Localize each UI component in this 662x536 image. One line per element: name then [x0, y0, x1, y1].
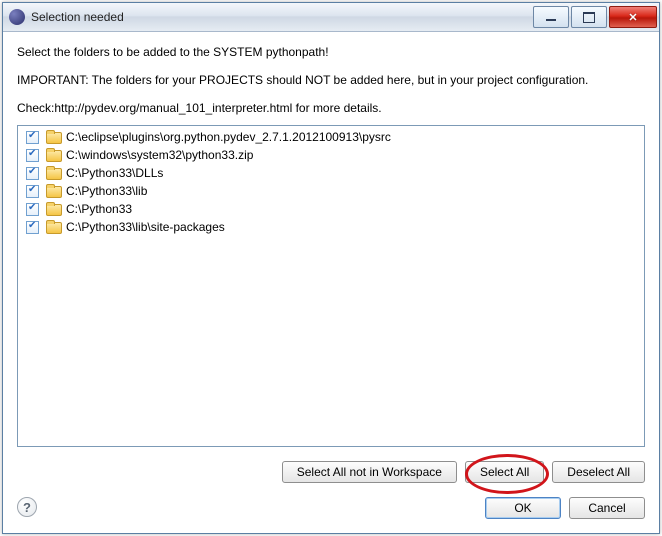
instruction-text-1: Select the folders to be added to the SY… — [17, 43, 645, 61]
folder-path-label: C:\eclipse\plugins\org.python.pydev_2.7.… — [66, 130, 391, 144]
folder-path-label: C:\Python33\lib\site-packages — [66, 220, 225, 234]
folder-checkbox[interactable] — [26, 149, 39, 162]
deselect-all-button[interactable]: Deselect All — [552, 461, 645, 483]
folder-icon — [46, 202, 62, 216]
cancel-button[interactable]: Cancel — [569, 497, 645, 519]
list-item[interactable]: C:\eclipse\plugins\org.python.pydev_2.7.… — [18, 128, 644, 146]
list-item[interactable]: C:\Python33\lib\site-packages — [18, 218, 644, 236]
instruction-text-3: Check:http://pydev.org/manual_101_interp… — [17, 99, 645, 117]
folder-checkbox[interactable] — [26, 203, 39, 216]
instruction-text-2: IMPORTANT: The folders for your PROJECTS… — [17, 71, 645, 89]
folder-icon — [46, 166, 62, 180]
folder-checkbox[interactable] — [26, 167, 39, 180]
folder-icon — [46, 220, 62, 234]
help-icon[interactable]: ? — [17, 497, 37, 517]
dialog-content: Select the folders to be added to the SY… — [3, 31, 659, 533]
folder-icon — [46, 184, 62, 198]
folder-list[interactable]: C:\eclipse\plugins\org.python.pydev_2.7.… — [17, 125, 645, 447]
folder-icon — [46, 130, 62, 144]
list-item[interactable]: C:\Python33 — [18, 200, 644, 218]
maximize-button[interactable] — [571, 6, 607, 28]
dialog-button-row: OK Cancel — [17, 497, 645, 519]
folder-checkbox[interactable] — [26, 185, 39, 198]
folder-checkbox[interactable] — [26, 131, 39, 144]
titlebar[interactable]: Selection needed — [3, 3, 659, 32]
folder-path-label: C:\Python33\lib — [66, 184, 147, 198]
dialog-window: Selection needed Select the folders to b… — [2, 2, 660, 534]
list-item[interactable]: C:\Python33\DLLs — [18, 164, 644, 182]
folder-checkbox[interactable] — [26, 221, 39, 234]
select-all-not-in-workspace-button[interactable]: Select All not in Workspace — [282, 461, 457, 483]
list-item[interactable]: C:\Python33\lib — [18, 182, 644, 200]
ok-button[interactable]: OK — [485, 497, 561, 519]
folder-path-label: C:\Python33\DLLs — [66, 166, 163, 180]
list-item[interactable]: C:\windows\system32\python33.zip — [18, 146, 644, 164]
folder-path-label: C:\windows\system32\python33.zip — [66, 148, 253, 162]
select-all-button[interactable]: Select All — [465, 461, 544, 483]
minimize-button[interactable] — [533, 6, 569, 28]
folder-path-label: C:\Python33 — [66, 202, 132, 216]
window-title: Selection needed — [31, 10, 531, 24]
selection-button-row: Select All not in Workspace Select All D… — [17, 461, 645, 483]
folder-icon — [46, 148, 62, 162]
app-icon — [9, 9, 25, 25]
close-button[interactable] — [609, 6, 657, 28]
